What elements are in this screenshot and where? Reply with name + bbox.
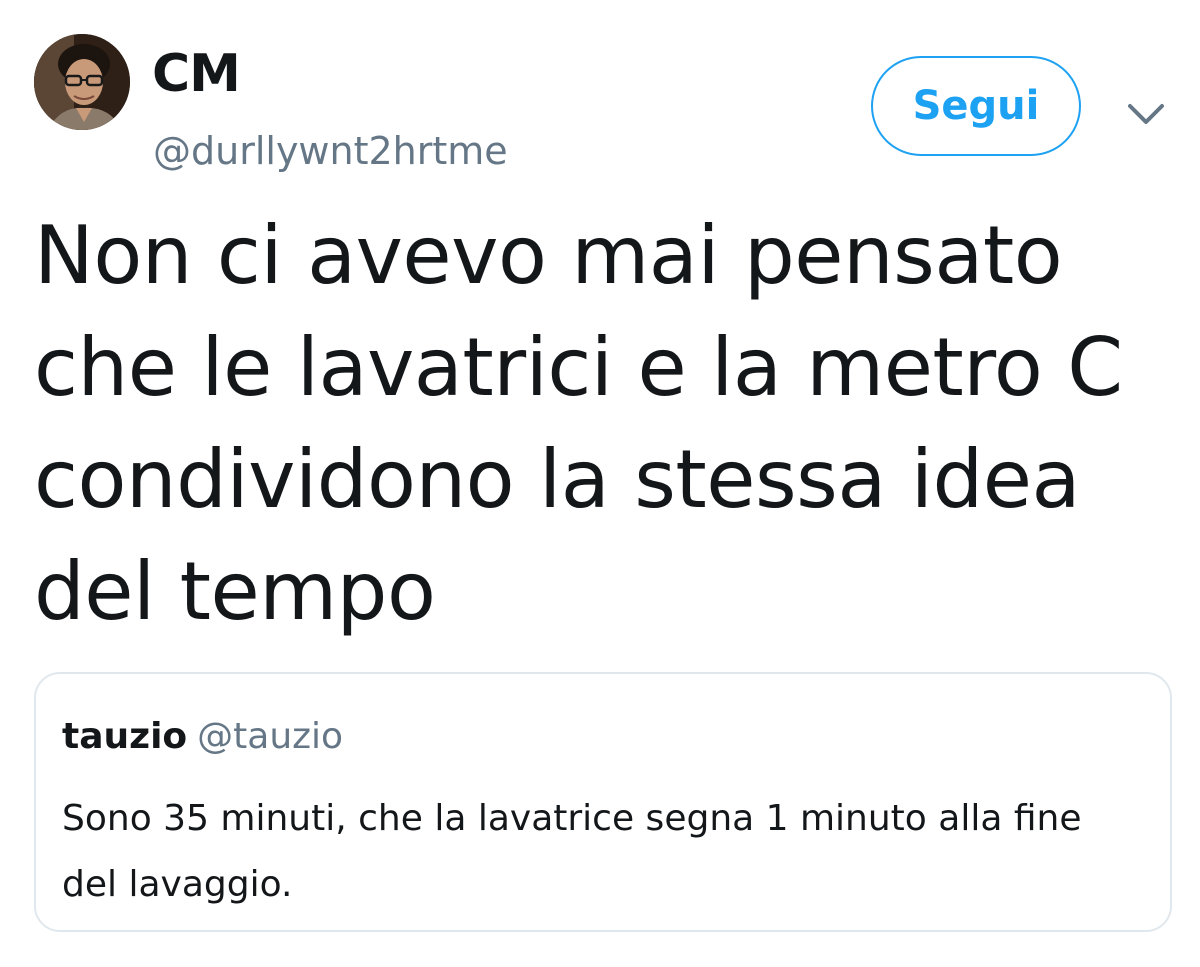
quoted-tweet-handle: @tauzio — [197, 716, 344, 757]
quoted-tweet[interactable]: tauzio @tauzio Sono 35 minuti, che la lav… — [34, 672, 1172, 932]
follow-button-label: Segui — [912, 83, 1040, 129]
tweet-text: Non ci avevo mai pensato che le lavatric… — [34, 209, 1123, 638]
author-handle[interactable]: @durllywnt2hrtme — [153, 128, 508, 174]
author-display-name[interactable]: CM — [152, 44, 241, 104]
follow-button[interactable]: Segui — [871, 56, 1081, 156]
chevron-down-icon[interactable] — [1122, 94, 1170, 134]
tweet-card: CM @durllywnt2hrtme Segui Non ci avevo m… — [0, 0, 1200, 967]
quoted-tweet-text: Sono 35 minuti, che la lavatrice segna 1… — [62, 798, 1082, 905]
avatar-image — [34, 34, 130, 130]
quoted-tweet-display-name: tauzio — [62, 716, 188, 757]
quoted-tweet-header: tauzio @tauzio — [62, 714, 343, 760]
avatar[interactable] — [34, 34, 130, 130]
